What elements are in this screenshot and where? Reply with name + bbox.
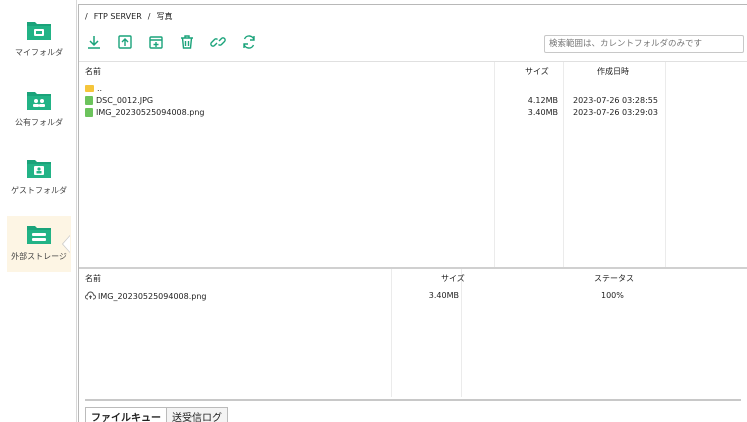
- table-row[interactable]: ..: [79, 84, 747, 96]
- sidebar-item-label: マイフォルダ: [15, 48, 63, 57]
- file-date: 2023-07-26 03:28:55: [573, 96, 658, 105]
- breadcrumb-item-current[interactable]: 写真: [156, 11, 172, 22]
- column-header-status[interactable]: ステータス: [594, 273, 634, 284]
- queue-status: 100%: [601, 291, 624, 300]
- file-list: 名前 サイズ 作成日時 .. DSC_0012.JPG 4.12MB 2023-…: [79, 61, 747, 268]
- column-header-size[interactable]: サイズ: [441, 273, 465, 284]
- breadcrumb-separator: /: [147, 11, 151, 21]
- table-row[interactable]: IMG_20230525094008.png 3.40MB 100%: [79, 291, 747, 303]
- sidebar-item-guest-folder[interactable]: ゲストフォルダ: [7, 150, 71, 206]
- image-file-icon: [85, 108, 93, 117]
- sidebar-item-label: 外部ストレージ: [11, 252, 67, 261]
- sidebar: マイフォルダ 公有フォルダ ゲストフォルダ 外部ストレージ: [0, 0, 77, 422]
- column-divider: [391, 269, 392, 397]
- file-date: 2023-07-26 03:29:03: [573, 108, 658, 117]
- column-header-name[interactable]: 名前: [85, 66, 101, 77]
- refresh-icon[interactable]: [240, 33, 258, 51]
- main-panel: / FTP SERVER / 写真 名前 サイズ 作成日時: [78, 4, 747, 422]
- breadcrumb-item-root[interactable]: FTP SERVER: [94, 12, 142, 21]
- upload-icon[interactable]: [116, 33, 134, 51]
- column-header-size[interactable]: サイズ: [525, 66, 549, 77]
- image-file-icon: [85, 96, 93, 105]
- external-storage-icon: [26, 223, 52, 245]
- folder-icon: [85, 85, 94, 92]
- horizontal-scrollbar[interactable]: [85, 399, 741, 401]
- toolbar: [79, 29, 747, 55]
- column-header-date[interactable]: 作成日時: [597, 66, 629, 77]
- search-input[interactable]: [544, 35, 744, 53]
- download-icon[interactable]: [85, 33, 103, 51]
- link-icon[interactable]: [209, 33, 227, 51]
- queue-file-name: IMG_20230525094008.png: [98, 292, 207, 301]
- queue-file-size: 3.40MB: [428, 291, 459, 300]
- bottom-tabs: ファイルキュー 送受信ログ: [85, 407, 228, 422]
- file-name: IMG_20230525094008.png: [96, 108, 205, 117]
- my-folder-icon: [26, 19, 52, 41]
- file-size: 4.12MB: [527, 96, 558, 105]
- breadcrumb-separator: /: [85, 11, 88, 21]
- new-folder-icon[interactable]: [147, 33, 165, 51]
- delete-icon[interactable]: [178, 33, 196, 51]
- column-header-name[interactable]: 名前: [85, 273, 101, 284]
- guest-folder-icon: [26, 157, 52, 179]
- table-row[interactable]: IMG_20230525094008.png 3.40MB 2023-07-26…: [79, 108, 747, 120]
- tab-file-queue[interactable]: ファイルキュー: [85, 407, 167, 422]
- file-name: ..: [97, 84, 103, 93]
- file-name: DSC_0012.JPG: [96, 96, 154, 105]
- breadcrumb: / FTP SERVER / 写真: [85, 9, 172, 23]
- sidebar-item-label: ゲストフォルダ: [11, 186, 67, 195]
- tab-transfer-log[interactable]: 送受信ログ: [167, 407, 228, 422]
- sidebar-item-label: 公有フォルダ: [15, 118, 63, 127]
- active-indicator: [62, 235, 70, 253]
- table-row[interactable]: DSC_0012.JPG 4.12MB 2023-07-26 03:28:55: [79, 96, 747, 108]
- cloud-upload-icon: [85, 291, 96, 302]
- sidebar-item-public-folder[interactable]: 公有フォルダ: [7, 82, 71, 138]
- transfer-queue: 名前 サイズ ステータス IMG_20230525094008.png 3.40…: [79, 269, 747, 399]
- column-divider: [461, 269, 462, 397]
- sidebar-item-my-folder[interactable]: マイフォルダ: [7, 12, 71, 68]
- file-size: 3.40MB: [527, 108, 558, 117]
- public-folder-icon: [26, 89, 52, 111]
